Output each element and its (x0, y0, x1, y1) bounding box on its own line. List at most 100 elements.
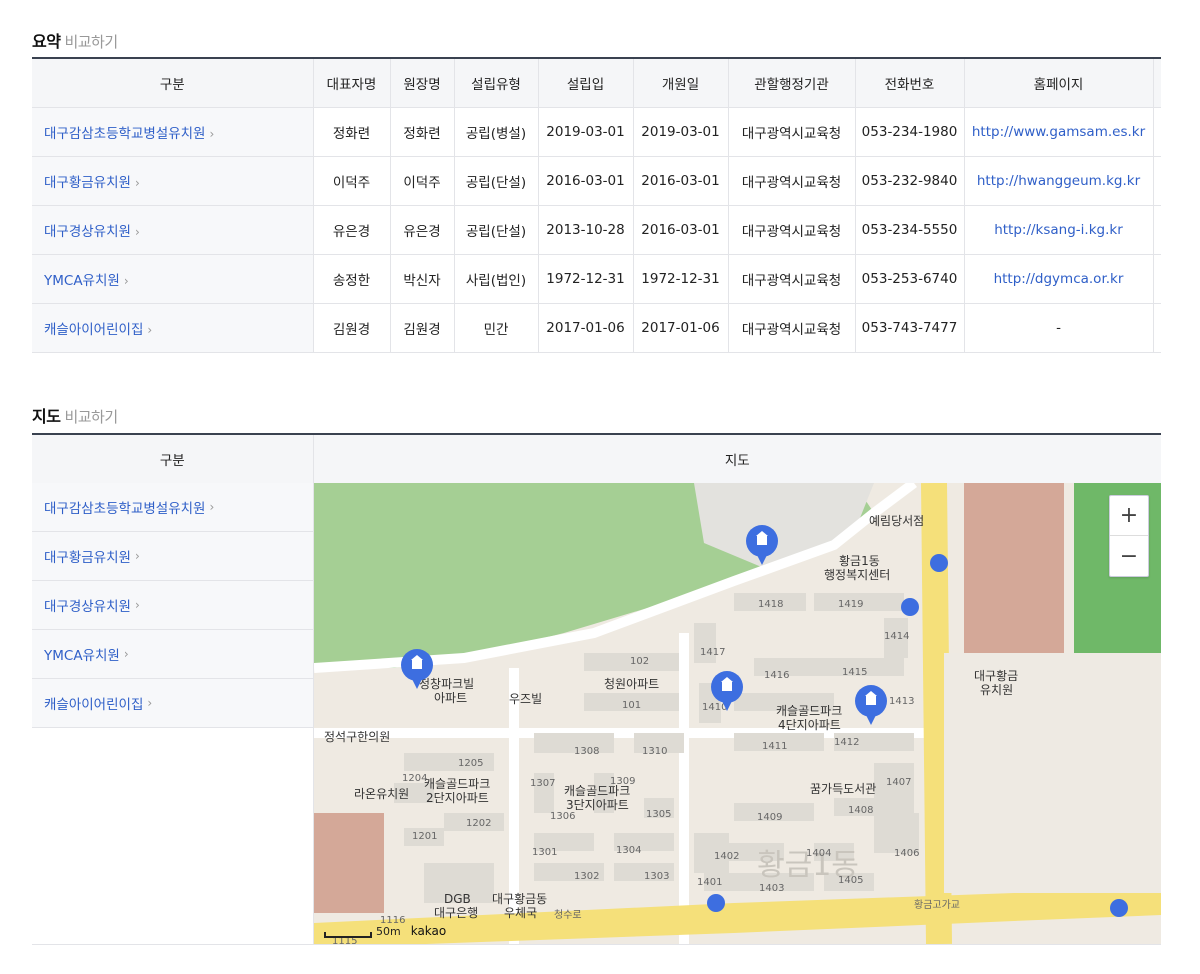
kindergarten-link[interactable]: 대구경상유치원 (44, 224, 131, 240)
kakao-logo: kakao (410, 924, 447, 938)
cell-value: 공립(단설) (465, 223, 527, 240)
cell-value: 공립(단설) (465, 174, 527, 191)
bus-stop-icon[interactable] (1110, 899, 1128, 917)
chevron-right-icon: › (134, 224, 140, 239)
divider (32, 944, 1161, 945)
road-label: 황금고가교 (914, 899, 960, 911)
table-cell: YMCA유치원 › (32, 254, 313, 304)
table-cell: 대구황금유치원 › (32, 156, 313, 206)
svg-text:1303: 1303 (644, 871, 669, 882)
cell-value: - (1056, 319, 1061, 336)
table-cell: http://www.gamsam.es.kr (963, 107, 1153, 157)
col-header-director: 원장명 (389, 58, 454, 108)
homepage-link[interactable]: http://dgymca.or.kr (994, 271, 1124, 287)
svg-text:1401: 1401 (697, 877, 722, 888)
table-cell: 박신자 (389, 254, 454, 304)
cell-value: 공립(병설) (465, 125, 527, 142)
kindergarten-link[interactable]: 대구감삼초등학교병설유치원 (44, 497, 205, 517)
svg-text:1412: 1412 (834, 737, 859, 748)
table-cell: 이덕주 (389, 156, 454, 206)
summary-subtitle: 비교하기 (64, 33, 118, 51)
table-cell: 2019-03-01 (537, 107, 633, 157)
map-label: 꿈가득도서관 (810, 782, 876, 796)
cell-value: 2016-03-01 (641, 172, 720, 189)
svg-text:1308: 1308 (574, 746, 599, 757)
cell-value: 대구광역시교육청 (741, 272, 842, 289)
svg-text:1307: 1307 (530, 778, 555, 789)
cell-value: 김원경 (332, 321, 371, 338)
svg-text:1302: 1302 (574, 871, 599, 882)
cell-value: 2016-03-01 (641, 221, 720, 238)
cell-value: 정화련 (403, 125, 441, 142)
area (944, 653, 1161, 893)
bus-stop-icon[interactable] (930, 554, 948, 572)
scale-label: 50m (376, 925, 401, 938)
sports-ground (314, 813, 384, 913)
homepage-link[interactable]: http://www.gamsam.es.kr (972, 124, 1145, 140)
table-cell: 대구광역시교육청 (727, 254, 855, 304)
cell-value: 053-232-9840 (861, 172, 958, 189)
chevron-right-icon: › (134, 175, 140, 190)
svg-text:1409: 1409 (757, 812, 782, 823)
table-cell: 대구광역시교육청 (727, 205, 855, 255)
svg-text:1305: 1305 (646, 809, 671, 820)
table-cell: 053-253-6740 (854, 254, 964, 304)
svg-text:1404: 1404 (806, 848, 831, 859)
svg-text:1204: 1204 (402, 773, 427, 784)
map-canvas[interactable]: 예림당서점 황금1동 행정복지센터 대구황금 유치원 청창파크빌 아파트 우즈빌 청원… (314, 483, 1161, 944)
kindergarten-link[interactable]: 대구황금유치원 (44, 546, 131, 566)
cell-value: 2013-10-28 (546, 221, 625, 238)
col-header-rep: 대표자명 (312, 58, 390, 108)
svg-text:1301: 1301 (532, 847, 557, 858)
kindergarten-link[interactable]: YMCA유치원 (44, 273, 120, 289)
homepage-link[interactable]: http://ksang-i.kg.kr (994, 222, 1123, 238)
chevron-right-icon: › (123, 647, 129, 661)
table-cell: 공립(단설) (453, 156, 538, 206)
table-cell: - (963, 303, 1153, 353)
road-label: 청수로 (554, 909, 582, 921)
cell-value: 유은경 (403, 223, 441, 240)
table-cell: 이덕주 (312, 156, 390, 206)
svg-text:1205: 1205 (458, 758, 483, 769)
kindergarten-link[interactable]: 대구황금유치원 (44, 175, 131, 191)
homepage-link[interactable]: http://hwanggeum.kg.kr (977, 173, 1140, 189)
list-item[interactable]: 대구황금유치원 › (32, 532, 313, 581)
table-cell: 유은경 (312, 205, 390, 255)
list-item[interactable]: 캐슬아이어린이집 › (32, 679, 313, 728)
kindergarten-link[interactable]: 캐슬아이어린이집 (44, 322, 143, 338)
table-cell: http://ksang-i.kg.kr (963, 205, 1153, 255)
list-item[interactable]: 대구감삼초등학교병설유치원 › (32, 483, 313, 532)
zoom-out-button[interactable]: − (1110, 536, 1148, 576)
summary-title: 요약 (32, 32, 61, 51)
svg-text:101: 101 (622, 700, 641, 711)
cell-value: 053-234-5550 (861, 221, 958, 238)
svg-text:1402: 1402 (714, 851, 739, 862)
cell-value: 이덕주 (332, 174, 371, 191)
kindergarten-link[interactable]: 대구감삼초등학교병설유치원 (44, 126, 205, 142)
cell-value: 2017-01-06 (546, 319, 625, 336)
cell-value: 사립(법인) (465, 272, 527, 289)
bus-stop-icon[interactable] (901, 598, 919, 616)
kindergarten-link[interactable]: YMCA유치원 (44, 644, 120, 664)
table-cell: 정화련 (389, 107, 454, 157)
map-label: 캐슬골드파크 3단지아파트 (564, 784, 630, 812)
zoom-in-button[interactable]: + (1110, 496, 1148, 536)
table-cell (1152, 254, 1161, 304)
kakao-map[interactable]: 예림당서점 황금1동 행정복지센터 대구황금 유치원 청창파크빌 아파트 우즈빌 청원… (314, 483, 1161, 944)
chevron-right-icon: › (209, 126, 215, 141)
map-marker-pin[interactable] (855, 685, 887, 725)
svg-text:1304: 1304 (616, 845, 641, 856)
table-cell (1152, 107, 1161, 157)
table-row: 대구감삼초등학교병설유치원 › 정화련 정화련 공립(병설) 2019-03-01 2019… (32, 107, 1161, 157)
kindergarten-link[interactable]: 캐슬아이어린이집 (44, 693, 143, 713)
map-label: 캐슬골드파크 2단지아파트 (424, 777, 490, 805)
kindergarten-link[interactable]: 대구경상유치원 (44, 595, 131, 615)
table-cell (1152, 205, 1161, 255)
list-item[interactable]: YMCA유치원 › (32, 630, 313, 679)
chevron-right-icon: › (134, 549, 140, 563)
bus-stop-icon[interactable] (707, 894, 725, 912)
svg-text:1403: 1403 (759, 883, 784, 894)
table-cell: 민간 (453, 303, 538, 353)
list-item[interactable]: 대구경상유치원 › (32, 581, 313, 630)
chevron-right-icon: › (147, 696, 153, 710)
